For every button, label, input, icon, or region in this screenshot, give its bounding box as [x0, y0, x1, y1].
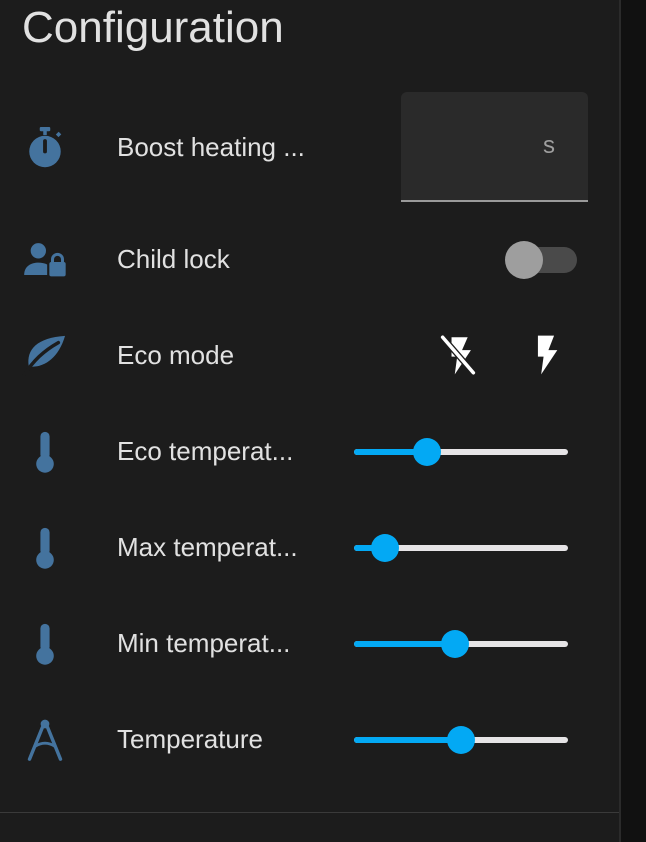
slider-thumb[interactable] — [447, 726, 475, 754]
boost-heating-input[interactable]: s — [401, 92, 588, 202]
entity-label: Child lock — [117, 244, 230, 274]
card-title: Configuration — [22, 3, 284, 52]
min-temperature-slider[interactable] — [354, 629, 568, 659]
max-temperature-slider[interactable] — [354, 533, 568, 563]
slider-thumb[interactable] — [441, 630, 469, 658]
card-footer-divider — [0, 812, 619, 813]
entity-label: Temperature — [117, 724, 263, 754]
slider-fill — [354, 641, 455, 647]
thermometer-icon[interactable] — [20, 619, 70, 669]
eco-temperature-slider[interactable] — [354, 437, 568, 467]
child-lock-toggle[interactable] — [505, 241, 577, 279]
slider-fill — [354, 737, 461, 743]
thermometer-icon[interactable] — [20, 427, 70, 477]
thermometer-icon[interactable] — [20, 523, 70, 573]
entity-label: Eco temperat... — [117, 436, 294, 466]
entity-label: Boost heating ... — [117, 132, 305, 162]
flash-off-icon — [439, 334, 477, 376]
toggle-knob — [505, 241, 543, 279]
eco-mode-off-button[interactable] — [433, 330, 483, 380]
slider-thumb[interactable] — [413, 438, 441, 466]
account-lock-icon[interactable] — [20, 235, 70, 285]
flash-icon — [537, 335, 558, 375]
temperature-slider[interactable] — [354, 725, 568, 755]
eco-mode-on-button[interactable] — [521, 330, 571, 380]
slider-thumb[interactable] — [371, 534, 399, 562]
entity-label: Eco mode — [117, 340, 235, 370]
compass-icon[interactable] — [20, 715, 70, 765]
adjacent-panel — [621, 0, 646, 842]
leaf-icon[interactable] — [20, 330, 70, 380]
configuration-card: Configuration Boost heating ... s Child … — [0, 0, 619, 842]
entity-label: Max temperat... — [117, 532, 298, 562]
timer-icon[interactable] — [20, 123, 70, 173]
entity-label: Min temperat... — [117, 628, 291, 658]
unit-suffix: s — [543, 132, 555, 159]
